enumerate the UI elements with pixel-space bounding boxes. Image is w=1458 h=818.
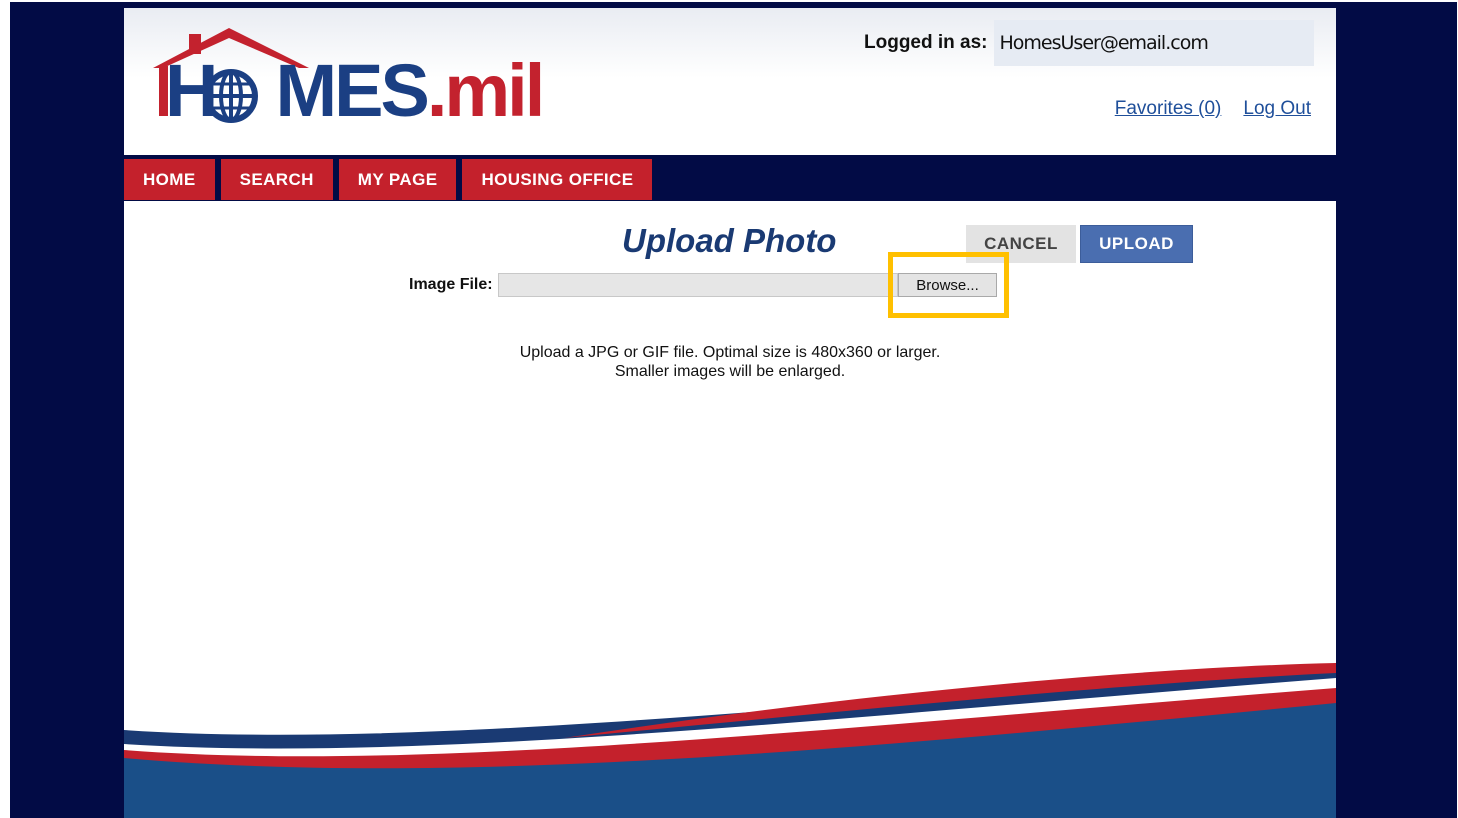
upload-instructions-line-1: Upload a JPG or GIF file. Optimal size i… (519, 344, 941, 361)
upload-instructions: Upload a JPG or GIF file. Optimal size i… (124, 343, 1336, 381)
logged-in-label: Logged in as: (864, 32, 988, 53)
logged-in-info: Logged in as: HomesUser@email.com (864, 20, 1314, 66)
image-file-field[interactable] (498, 273, 898, 297)
upload-instructions-line-2: Smaller images will be enlarged. (614, 363, 846, 380)
page-title: Upload Photo (622, 222, 837, 259)
cancel-button[interactable]: CANCEL (966, 225, 1076, 263)
upload-button[interactable]: UPLOAD (1080, 225, 1193, 263)
image-file-label: Image File: (409, 276, 493, 293)
page: H MES.mil Logged in as: HomesUser@email.c… (124, 8, 1336, 818)
main-nav: HOME SEARCH MY PAGE HOUSING OFFICE (124, 155, 1336, 201)
browse-button[interactable]: Browse... (898, 273, 997, 297)
nav-search[interactable]: SEARCH (220, 159, 333, 200)
user-email: HomesUser@email.com (993, 20, 1314, 66)
header-links: Favorites (0) Log Out (1093, 98, 1311, 120)
nav-home[interactable]: HOME (124, 159, 215, 200)
favorites-link[interactable]: Favorites (0) (1115, 98, 1222, 119)
footer-wave-decoration (124, 663, 1336, 818)
homes-mil-logo[interactable]: H MES.mil (151, 26, 571, 128)
globe-icon (204, 69, 258, 123)
nav-my-page[interactable]: MY PAGE (338, 159, 457, 200)
logo-suffix: .mil (426, 49, 545, 132)
site-header: H MES.mil Logged in as: HomesUser@email.c… (124, 8, 1336, 155)
logo-letters-mes: MES (275, 49, 429, 132)
nav-housing-office[interactable]: HOUSING OFFICE (462, 159, 653, 200)
logout-link[interactable]: Log Out (1243, 98, 1311, 119)
